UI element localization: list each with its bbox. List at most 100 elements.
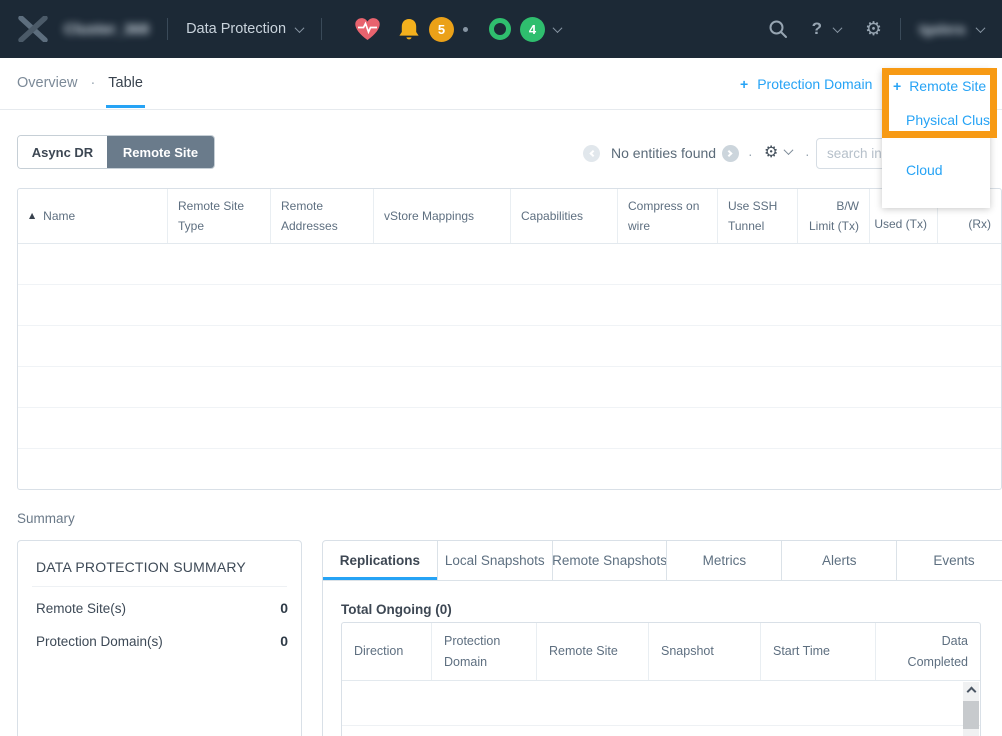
alerts-bell-icon[interactable] <box>398 18 420 41</box>
tab-table-active[interactable]: Table <box>108 75 143 107</box>
tab-alerts[interactable]: Alerts <box>782 541 897 581</box>
chevron-left-icon <box>589 150 596 157</box>
column-header-remote-site-type[interactable]: Remote Site Type <box>168 189 271 243</box>
nav-section-label: Data Protection <box>186 21 286 37</box>
detail-tabs: Replications Local Snapshots Remote Snap… <box>323 541 1002 581</box>
column-header-protection-domain[interactable]: Protection Domain <box>432 623 537 680</box>
stat-label: Protection Domain(s) <box>36 634 163 649</box>
scrollbar-thumb[interactable] <box>963 701 979 729</box>
remote-site-toggle-selected[interactable]: Remote Site <box>107 136 214 168</box>
pager-next-button[interactable] <box>722 145 739 162</box>
health-heart-icon[interactable] <box>354 17 381 41</box>
stat-remote-sites: Remote Site(s) 0 <box>36 600 288 616</box>
replications-table-body <box>342 681 980 736</box>
table-settings-button[interactable]: ⚙ <box>764 142 792 161</box>
chevron-right-icon <box>726 150 733 157</box>
data-protection-summary-card: DATA PROTECTION SUMMARY Remote Site(s) 0… <box>17 540 302 736</box>
column-header-direction[interactable]: Direction <box>342 623 432 680</box>
pager-previous-button[interactable] <box>583 145 600 162</box>
plus-icon: + <box>740 76 748 92</box>
chevron-down-icon <box>784 145 794 155</box>
column-header-remote-addresses[interactable]: Remote Addresses <box>271 189 374 243</box>
chevron-down-icon[interactable] <box>976 23 986 33</box>
entities-status-text: No entities found <box>611 145 716 161</box>
tab-metrics[interactable]: Metrics <box>667 541 782 581</box>
table-row-empty <box>342 681 980 726</box>
column-header-capabilities[interactable]: Capabilities <box>511 189 618 243</box>
search-icon[interactable] <box>768 19 788 39</box>
tab-separator-dot: · <box>90 75 95 91</box>
column-header-vstore-mappings[interactable]: vStore Mappings <box>374 189 511 243</box>
nav-status-icons: 5 4 <box>354 17 561 42</box>
data-protection-page: Cluster_368 Data Protection 5 4 <box>0 0 1002 736</box>
table-row-empty <box>18 285 1001 326</box>
tab-replications[interactable]: Replications <box>323 541 438 581</box>
nav-section-dropdown[interactable]: Data Protection <box>186 21 303 37</box>
detail-card: Replications Local Snapshots Remote Snap… <box>322 540 1002 736</box>
vertical-scrollbar[interactable] <box>963 682 979 736</box>
table-row-empty <box>18 367 1001 408</box>
replications-table: Direction Protection Domain Remote Site … <box>341 622 981 736</box>
tab-remote-snapshots[interactable]: Remote Snapshots <box>553 541 668 581</box>
nutanix-logo-icon[interactable] <box>18 16 48 42</box>
separator-dot: · <box>748 146 753 162</box>
column-header-data-completed[interactable]: Data Completed <box>876 623 980 680</box>
column-header-remote-site[interactable]: Remote Site <box>537 623 649 680</box>
remote-sites-table-body <box>18 244 1001 490</box>
total-ongoing-title: Total Ongoing (0) <box>341 602 452 617</box>
stat-label: Remote Site(s) <box>36 601 126 616</box>
add-remote-site-link[interactable]: + Remote Site <box>893 78 986 94</box>
nav-right-group: ? ⚙ tgalera <box>768 18 984 40</box>
separator-dot: · <box>805 146 810 162</box>
plus-icon: + <box>893 78 901 94</box>
nav-divider <box>321 18 322 40</box>
column-header-name[interactable]: ▲ Name <box>18 189 168 243</box>
column-header-start-time[interactable]: Start Time <box>761 623 876 680</box>
username[interactable]: tgalera <box>919 21 965 37</box>
gear-icon: ⚙ <box>764 142 778 161</box>
chevron-down-icon[interactable] <box>553 23 563 33</box>
tab-local-snapshots[interactable]: Local Snapshots <box>438 541 553 581</box>
summary-section-label: Summary <box>17 511 75 526</box>
nav-divider <box>167 18 168 40</box>
dr-type-toggle: Async DR Remote Site <box>17 135 215 169</box>
nav-divider <box>900 18 901 40</box>
menu-item-cloud[interactable]: Cloud <box>906 162 943 178</box>
add-remote-site-label: Remote Site <box>909 78 986 94</box>
divider <box>32 586 287 587</box>
tasks-count-badge[interactable]: 4 <box>520 17 545 42</box>
scroll-up-icon[interactable] <box>966 687 976 697</box>
table-row-empty <box>18 326 1001 367</box>
stat-protection-domains: Protection Domain(s) 0 <box>36 633 288 649</box>
async-dr-toggle[interactable]: Async DR <box>18 136 107 168</box>
remote-site-dropdown-menu: + Remote Site Physical Cluster Cloud <box>882 70 990 208</box>
table-row-empty <box>18 408 1001 449</box>
sort-ascending-icon: ▲ <box>29 206 35 226</box>
separator-dot <box>463 27 468 32</box>
menu-item-physical-cluster[interactable]: Physical Cluster <box>906 112 990 128</box>
column-header-use-ssh-tunnel[interactable]: Use SSH Tunnel <box>718 189 798 243</box>
replications-table-header: Direction Protection Domain Remote Site … <box>342 623 980 681</box>
column-header-snapshot[interactable]: Snapshot <box>649 623 761 680</box>
alerts-count-badge[interactable]: 5 <box>429 17 454 42</box>
cluster-name: Cluster_368 <box>64 21 149 38</box>
tab-events[interactable]: Events <box>897 541 1002 581</box>
tasks-ring-icon[interactable] <box>489 18 511 40</box>
table-row-empty <box>18 244 1001 285</box>
table-row-empty <box>18 449 1001 490</box>
stat-value: 0 <box>280 600 288 616</box>
chevron-down-icon[interactable] <box>833 23 843 33</box>
top-navbar: Cluster_368 Data Protection 5 4 <box>0 0 1002 58</box>
add-protection-domain-label: Protection Domain <box>757 76 872 92</box>
page-tabs-row: Overview · Table + Protection Domain <box>0 58 1002 110</box>
column-header-compress-on-wire[interactable]: Compress on wire <box>618 189 718 243</box>
column-header-bw-limit-tx[interactable]: B/W Limit (Tx) <box>798 189 870 243</box>
remote-sites-table-header: ▲ Name Remote Site Type Remote Addresses… <box>18 189 1001 244</box>
help-button[interactable]: ? <box>812 19 822 39</box>
add-protection-domain-link[interactable]: + Protection Domain <box>740 76 872 92</box>
chevron-down-icon <box>295 23 305 33</box>
remote-sites-table: ▲ Name Remote Site Type Remote Addresses… <box>17 188 1002 490</box>
stat-value: 0 <box>280 633 288 649</box>
tab-overview[interactable]: Overview <box>17 75 77 91</box>
gear-icon[interactable]: ⚙ <box>865 18 882 40</box>
